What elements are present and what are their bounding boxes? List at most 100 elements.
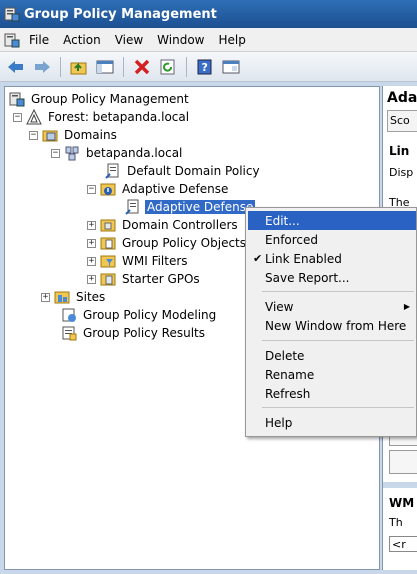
- tree-label: Domains: [64, 128, 117, 142]
- expand-icon[interactable]: +: [87, 256, 96, 266]
- details-title: Ada: [387, 90, 417, 106]
- tree-node-root[interactable]: Group Policy Management: [9, 90, 191, 108]
- wmi-filter-folder-icon: [100, 255, 116, 268]
- expand-icon[interactable]: +: [41, 292, 50, 302]
- context-menu-view[interactable]: View ▶: [248, 297, 416, 316]
- menu-action[interactable]: Action: [56, 33, 108, 47]
- tree-label: Adaptive Defense: [145, 200, 256, 214]
- tree-label: Group Policy Results: [83, 326, 206, 340]
- expand-icon[interactable]: +: [87, 274, 96, 284]
- tree-label: Group Policy Objects: [122, 236, 247, 250]
- tab-scope[interactable]: Sco: [387, 110, 417, 132]
- menu-item-label: Enforced: [265, 232, 319, 247]
- gpmc-icon: [9, 92, 25, 107]
- details-button[interactable]: [389, 450, 417, 474]
- menu-item-label: Help: [265, 415, 293, 430]
- refresh-icon[interactable]: [158, 57, 178, 77]
- context-menu-new-window[interactable]: New Window from Here: [248, 316, 416, 335]
- title-bar: Group Policy Management: [0, 0, 417, 28]
- tree-node-domains[interactable]: − Domains: [29, 126, 119, 144]
- context-menu-edit[interactable]: Edit...: [248, 211, 416, 230]
- tree-node-domain-controllers[interactable]: + Domain Controllers: [87, 216, 240, 234]
- tree-node-adaptive-defense-ou[interactable]: − Adaptive Defense: [87, 180, 230, 198]
- tree-node-group-policy-objects[interactable]: + Group Policy Objects: [87, 234, 248, 252]
- context-menu-enforced[interactable]: Enforced: [248, 230, 416, 249]
- forward-icon[interactable]: [32, 57, 52, 77]
- context-menu-save-report[interactable]: Save Report...: [248, 268, 416, 287]
- ou-icon: [100, 183, 116, 196]
- tree-label: Adaptive Defense: [122, 182, 229, 196]
- gpmc-app-icon: [4, 7, 20, 22]
- menu-item-label: Link Enabled: [265, 251, 342, 266]
- menu-item-label: Delete: [265, 348, 305, 363]
- toolbar-separator: [123, 56, 124, 77]
- gpo-folder-icon: [100, 237, 116, 250]
- details-text: Disp: [389, 166, 414, 179]
- sites-icon: [54, 291, 70, 304]
- tree-node-modeling[interactable]: Group Policy Modeling: [61, 306, 218, 324]
- menu-item-label: View: [265, 299, 294, 314]
- tree-node-domain[interactable]: − betapanda.local: [51, 144, 184, 162]
- context-menu-rename[interactable]: Rename: [248, 365, 416, 384]
- show-hide-tree-icon[interactable]: [95, 57, 115, 77]
- menu-help[interactable]: Help: [212, 33, 253, 47]
- collapse-icon[interactable]: −: [51, 148, 60, 158]
- checkmark-icon: ✔: [253, 252, 263, 265]
- tree-label: Forest: betapanda.local: [48, 110, 190, 124]
- menu-separator: [262, 340, 414, 341]
- tree-node-forest[interactable]: − Forest: betapanda.local: [13, 108, 191, 126]
- context-menu-help[interactable]: Help: [248, 413, 416, 432]
- domain-icon: [65, 146, 79, 161]
- console-menu-icon[interactable]: [4, 32, 20, 48]
- menu-file[interactable]: File: [22, 33, 56, 47]
- tree-node-starter-gpos[interactable]: + Starter GPOs: [87, 270, 202, 288]
- tree-node-sites[interactable]: + Sites: [41, 288, 107, 306]
- domains-folder-icon: [42, 130, 58, 142]
- collapse-icon[interactable]: −: [29, 130, 38, 140]
- menu-item-label: New Window from Here: [265, 318, 407, 333]
- details-heading: Lin: [389, 144, 410, 158]
- modeling-icon: [62, 308, 76, 322]
- tree-label: Group Policy Modeling: [83, 308, 217, 322]
- submenu-arrow-icon: ▶: [403, 302, 410, 311]
- help-icon[interactable]: ?: [195, 57, 215, 77]
- context-menu: Edit... Enforced ✔ Link Enabled Save Rep…: [245, 207, 417, 437]
- menu-window[interactable]: Window: [150, 33, 211, 47]
- toolbar-separator: [60, 56, 61, 77]
- back-icon[interactable]: [6, 57, 26, 77]
- tree-node-wmi-filters[interactable]: + WMI Filters: [87, 252, 190, 270]
- svg-text:?: ?: [202, 61, 208, 74]
- collapse-icon[interactable]: −: [13, 112, 22, 122]
- wmi-heading: WM: [389, 496, 415, 510]
- window-title: Group Policy Management: [24, 6, 217, 22]
- menu-item-label: Refresh: [265, 386, 311, 401]
- tree-node-adaptive-defense-gpo[interactable]: Adaptive Defense: [125, 198, 256, 216]
- delete-icon[interactable]: [132, 57, 152, 77]
- ou-folder-icon: [100, 219, 116, 232]
- expand-icon[interactable]: +: [87, 238, 96, 248]
- toolbar: ?: [0, 52, 417, 82]
- menu-separator: [262, 291, 414, 292]
- collapse-icon[interactable]: −: [87, 184, 96, 194]
- context-menu-delete[interactable]: Delete: [248, 346, 416, 365]
- tree-node-default-domain-policy[interactable]: Default Domain Policy: [105, 162, 262, 180]
- forest-icon: [26, 109, 42, 125]
- expand-icon[interactable]: +: [87, 220, 96, 230]
- tree-label: Domain Controllers: [122, 218, 238, 232]
- starter-gpo-folder-icon: [100, 273, 116, 286]
- menu-view[interactable]: View: [108, 33, 150, 47]
- menu-bar: File Action View Window Help: [0, 28, 417, 52]
- properties-icon[interactable]: [221, 57, 241, 77]
- up-folder-icon[interactable]: [69, 57, 89, 77]
- tree-label: WMI Filters: [122, 254, 188, 268]
- menu-item-label: Save Report...: [265, 270, 350, 285]
- menu-item-label: Edit...: [265, 213, 300, 228]
- tree-node-results[interactable]: Group Policy Results: [61, 324, 207, 342]
- menu-separator: [262, 407, 414, 408]
- results-icon: [62, 326, 77, 341]
- context-menu-refresh[interactable]: Refresh: [248, 384, 416, 403]
- menu-item-label: Rename: [265, 367, 315, 382]
- wmi-filter-select[interactable]: <r: [389, 536, 417, 552]
- context-menu-link-enabled[interactable]: ✔ Link Enabled: [248, 249, 416, 268]
- tree-label: Group Policy Management: [31, 92, 189, 106]
